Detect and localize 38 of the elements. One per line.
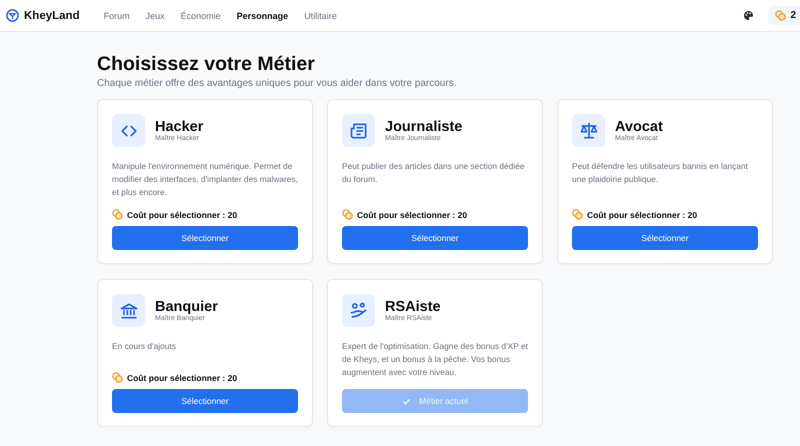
- nav-link[interactable]: Jeux: [138, 8, 173, 24]
- job-title: Journaliste: [385, 119, 462, 135]
- job-title: RSAiste: [385, 299, 441, 315]
- coins-icon: [342, 209, 353, 220]
- coins-icon: [112, 209, 123, 220]
- page-subtitle: Chaque métier offre des avantages uniques pour vous aider dans votre parcours.: [97, 78, 458, 89]
- job-description: Peut publier des articles dans une section dédiée du forum.: [342, 160, 526, 186]
- job-description: Manipule l'environnement numérique. Permet de modifier des interfaces, d'implanter des malwares, et plus encore.: [112, 160, 298, 199]
- cost-label: Coût pour sélectionner : 20: [127, 372, 238, 382]
- select-button[interactable]: Sélectionner: [572, 226, 758, 250]
- newspaper-icon: [348, 120, 368, 140]
- job-title: Avocat: [615, 119, 663, 135]
- coins-icon: [112, 372, 123, 383]
- check-icon: [402, 396, 412, 406]
- brand-name: KheyLand: [24, 10, 80, 22]
- select-button[interactable]: Sélectionner: [112, 226, 298, 250]
- nav-link[interactable]: Personnage: [228, 8, 296, 24]
- select-button[interactable]: Sélectionner: [342, 226, 528, 250]
- select-button[interactable]: Sélectionner: [112, 389, 298, 413]
- nav-link[interactable]: Économie: [172, 8, 229, 24]
- cost-label: Coût pour sélectionner : 20: [357, 210, 468, 220]
- job-title: Hacker: [155, 119, 204, 135]
- job-title: Banquier: [155, 299, 218, 315]
- nav-link[interactable]: Utilitaire: [296, 8, 345, 24]
- coins-icon: [572, 209, 583, 220]
- nav-link[interactable]: Forum: [96, 8, 138, 24]
- cost-label: Coût pour sélectionner : 20: [587, 210, 698, 220]
- job-description: Peut défendre les utilisateurs bannis en lançant une plaidoirie publique.: [572, 160, 749, 186]
- logo-icon: [6, 9, 19, 22]
- bank-icon: [118, 300, 138, 320]
- job-description: Expert de l'optimisation. Gagne des bonus d'XP et de Kheys, et un bonus à la pêche. Vos bonus augmentent avec votre niveau.: [342, 340, 528, 379]
- job-description: En cours d'ajouts: [112, 340, 177, 353]
- page-title: Choisissez votre Métier: [97, 52, 316, 76]
- coins-icon: [775, 10, 786, 21]
- scales-icon: [578, 120, 598, 140]
- palette-icon[interactable]: [743, 10, 754, 21]
- balance-value: 2: [790, 10, 796, 21]
- cost-label: Coût pour sélectionner : 20: [127, 210, 238, 220]
